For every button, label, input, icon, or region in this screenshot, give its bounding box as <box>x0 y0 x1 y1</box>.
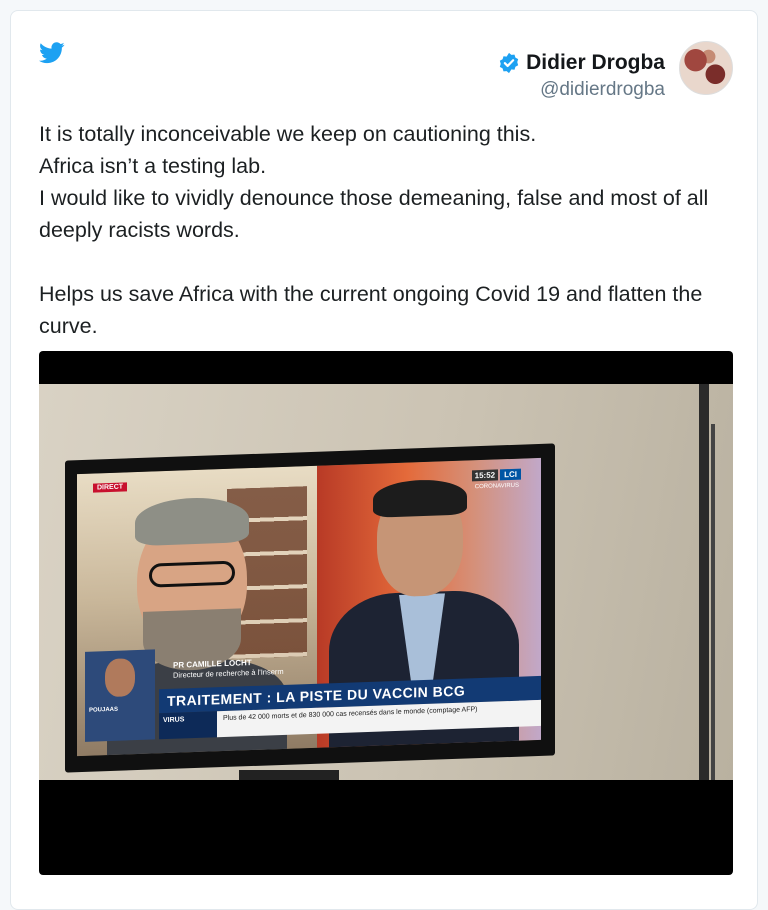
tweet-text-line: Africa isn’t a testing lab. <box>39 154 267 178</box>
tv-stand <box>239 770 339 780</box>
author-handle[interactable]: @didierdrogba <box>498 79 665 101</box>
channel-logo: LCI <box>500 468 521 481</box>
channel-badge: 15:52 LCI <box>471 468 521 482</box>
author-name[interactable]: Didier Drogba <box>526 51 665 75</box>
twitter-bird-icon[interactable] <box>39 42 65 64</box>
verified-badge-icon <box>499 52 519 74</box>
inset-face <box>105 658 135 698</box>
cable <box>711 424 715 780</box>
cable <box>699 384 709 780</box>
guest-glasses <box>149 560 235 588</box>
tweet-text-line: It is totally inconceivable we keep on c… <box>39 122 537 146</box>
news-category: VIRUS <box>159 711 217 740</box>
tweet-text: It is totally inconceivable we keep on c… <box>39 118 739 342</box>
author-name-row: Didier Drogba <box>498 51 665 75</box>
video-player[interactable]: DIRECT 15:52 LCI CORONAVIRUS POUJAAS PR … <box>39 351 733 875</box>
video-frame: DIRECT 15:52 LCI CORONAVIRUS POUJAAS PR … <box>39 384 733 780</box>
tv-screen: DIRECT 15:52 LCI CORONAVIRUS POUJAAS PR … <box>77 457 541 757</box>
author-block[interactable]: Didier Drogba @didierdrogba <box>498 51 665 101</box>
tv-set: DIRECT 15:52 LCI CORONAVIRUS POUJAAS PR … <box>65 443 555 773</box>
avatar[interactable] <box>679 41 733 95</box>
inset-label: POUJAAS <box>89 706 119 714</box>
tweet-text-paragraph: Helps us save Africa with the current on… <box>39 282 703 338</box>
tweet-card: Didier Drogba @didierdrogba It is totall… <box>10 10 758 910</box>
inset-presenter: POUJAAS <box>85 649 155 742</box>
live-badge: DIRECT <box>93 482 128 493</box>
tweet-text-line: I would like to vividly denounce those d… <box>39 186 709 242</box>
broadcast-time: 15:52 <box>471 469 499 482</box>
